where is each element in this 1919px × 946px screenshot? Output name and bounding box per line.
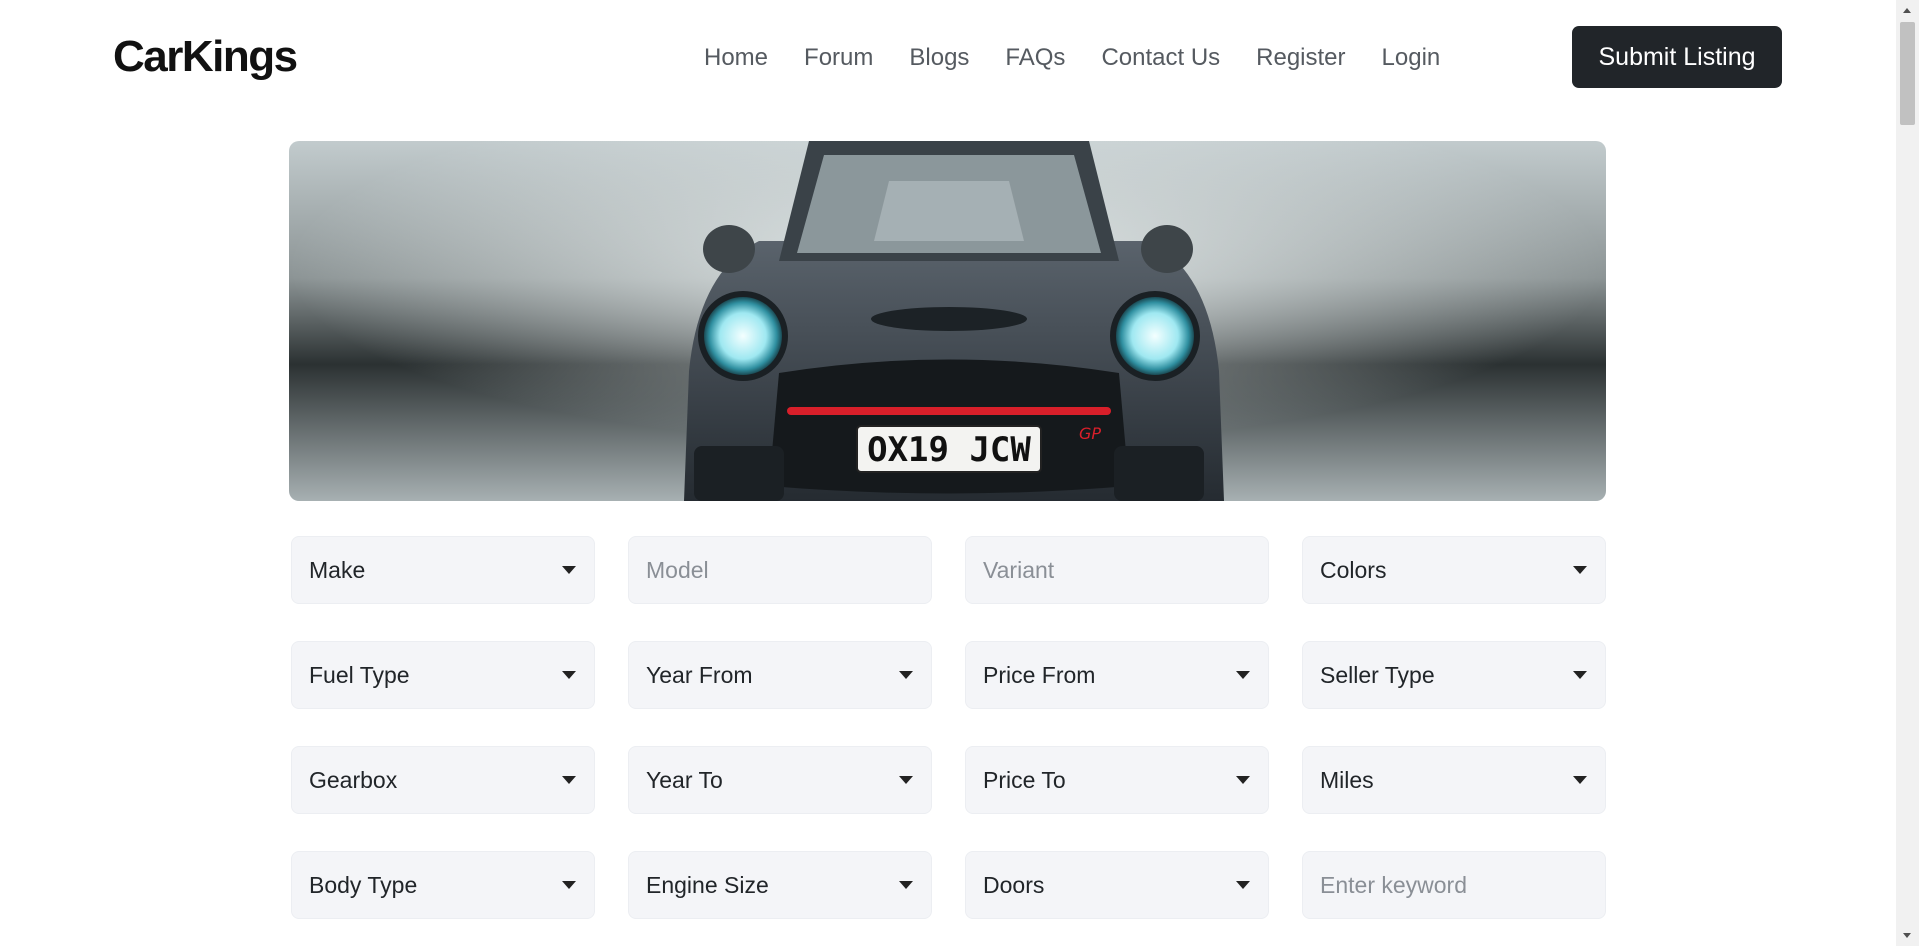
chevron-down-icon <box>1236 776 1250 784</box>
scroll-up-arrow-icon[interactable] <box>1903 8 1911 13</box>
seller-type-select-label: Seller Type <box>1320 661 1435 688</box>
chevron-down-icon <box>899 671 913 679</box>
body-type-select-label: Body Type <box>309 871 418 898</box>
model-placeholder: Model <box>646 556 709 583</box>
submit-listing-button[interactable]: Submit Listing <box>1572 26 1782 88</box>
engine-size-select-label: Engine Size <box>646 871 769 898</box>
gp-badge-text: GP <box>1079 424 1101 443</box>
colors-select[interactable]: Colors <box>1302 536 1606 604</box>
chevron-down-icon <box>1236 881 1250 889</box>
year-from-select-label: Year From <box>646 661 753 688</box>
year-from-select[interactable]: Year From <box>628 641 932 709</box>
price-to-select-label: Price To <box>983 766 1066 793</box>
doors-select-label: Doors <box>983 871 1045 898</box>
chevron-down-icon <box>1236 671 1250 679</box>
chevron-down-icon <box>1573 776 1587 784</box>
chevron-down-icon <box>562 776 576 784</box>
miles-select[interactable]: Miles <box>1302 746 1606 814</box>
price-from-select-label: Price From <box>983 661 1096 688</box>
nav-contact-link[interactable]: Contact Us <box>1101 40 1220 76</box>
search-filters: Make Model Variant Colors Fuel Type Year… <box>291 536 1606 919</box>
chevron-down-icon <box>562 566 576 574</box>
keyword-placeholder: Enter keyword <box>1320 871 1468 898</box>
navbar: CarKings Home Forum Blogs FAQs Contact U… <box>0 0 1896 114</box>
doors-select[interactable]: Doors <box>965 851 1269 919</box>
nav-register-link[interactable]: Register <box>1256 40 1345 76</box>
seller-type-select[interactable]: Seller Type <box>1302 641 1606 709</box>
chevron-down-icon <box>562 881 576 889</box>
nav-faqs-link[interactable]: FAQs <box>1005 40 1065 76</box>
nav-blogs-link[interactable]: Blogs <box>909 40 969 76</box>
hero-car-image: OX19 JCW GP <box>289 141 1606 501</box>
nav-home-link[interactable]: Home <box>704 40 768 76</box>
hero-banner: OX19 JCW GP <box>289 141 1606 501</box>
engine-size-select[interactable]: Engine Size <box>628 851 932 919</box>
body-type-select[interactable]: Body Type <box>291 851 595 919</box>
gearbox-select[interactable]: Gearbox <box>291 746 595 814</box>
year-to-select-label: Year To <box>646 766 723 793</box>
make-select[interactable]: Make <box>291 536 595 604</box>
chevron-down-icon <box>1573 671 1587 679</box>
variant-placeholder: Variant <box>983 556 1055 583</box>
price-from-select[interactable]: Price From <box>965 641 1269 709</box>
fuel-type-select[interactable]: Fuel Type <box>291 641 595 709</box>
variant-input[interactable]: Variant <box>965 536 1269 604</box>
gearbox-select-label: Gearbox <box>309 766 398 793</box>
license-plate-text: OX19 JCW <box>867 430 1031 470</box>
colors-select-label: Colors <box>1320 556 1387 583</box>
make-select-label: Make <box>309 556 366 583</box>
price-to-select[interactable]: Price To <box>965 746 1269 814</box>
year-to-select[interactable]: Year To <box>628 746 932 814</box>
chevron-down-icon <box>899 881 913 889</box>
brand-logo[interactable]: CarKings <box>113 30 298 84</box>
scrollbar-thumb[interactable] <box>1900 22 1915 125</box>
nav-login-link[interactable]: Login <box>1382 40 1441 76</box>
nav-forum-link[interactable]: Forum <box>804 40 873 76</box>
fuel-type-select-label: Fuel Type <box>309 661 410 688</box>
chevron-down-icon <box>899 776 913 784</box>
chevron-down-icon <box>1573 566 1587 574</box>
scroll-down-arrow-icon[interactable] <box>1903 933 1911 938</box>
miles-select-label: Miles <box>1320 766 1374 793</box>
chevron-down-icon <box>562 671 576 679</box>
keyword-input[interactable]: Enter keyword <box>1302 851 1606 919</box>
model-input[interactable]: Model <box>628 536 932 604</box>
nav-links: Home Forum Blogs FAQs Contact Us Registe… <box>704 40 1440 76</box>
page-scrollbar[interactable] <box>1896 0 1919 946</box>
